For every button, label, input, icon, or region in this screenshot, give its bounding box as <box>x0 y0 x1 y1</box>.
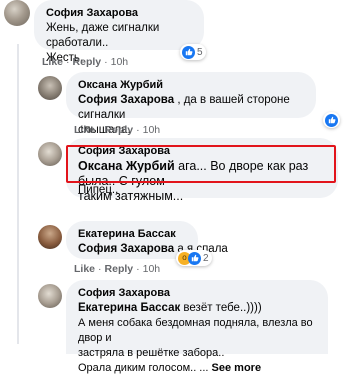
reaction-count: 5 <box>197 46 203 58</box>
comment-time[interactable]: 10h <box>111 56 129 68</box>
comment-time[interactable]: 10h <box>143 263 161 275</box>
comment-bubble: София Захарова Жень, даже сигналки срабо… <box>34 0 204 64</box>
like-icon <box>325 113 338 127</box>
like-link[interactable]: Like <box>42 56 63 68</box>
avatar[interactable] <box>38 76 62 100</box>
comment-actions: Like · Reply · 10h <box>74 124 161 136</box>
comment-text: София Захарова а я спала <box>78 243 228 255</box>
reaction-summary[interactable]: o 2 <box>176 250 212 266</box>
comment-actions: Like · Reply · 10h <box>42 56 129 68</box>
comment-bubble: Оксана Журбий София Захарова , да в ваше… <box>66 72 316 136</box>
reaction-summary[interactable]: 5 <box>180 44 206 60</box>
see-more-link[interactable]: See more <box>212 362 262 374</box>
comment-author[interactable]: Оксана Журбий <box>78 78 304 92</box>
comment-author[interactable]: София Захарова <box>78 286 316 300</box>
comment-author[interactable]: София Захарова <box>46 6 192 20</box>
highlight-box <box>66 145 336 183</box>
like-icon <box>188 251 201 265</box>
reply-link[interactable]: Reply <box>73 56 102 68</box>
avatar[interactable] <box>38 284 62 308</box>
avatar[interactable] <box>4 0 30 26</box>
comment-time[interactable]: 10h <box>143 124 161 136</box>
reply-link[interactable]: Reply <box>105 124 134 136</box>
comment-bubble: София Захарова Екатерина Бассак везёт те… <box>66 280 328 374</box>
mention-link[interactable]: София Захарова <box>78 94 174 106</box>
reply-link[interactable]: Reply <box>105 263 134 275</box>
mention-link[interactable]: Екатерина Бассак <box>78 302 180 314</box>
avatar[interactable] <box>38 142 62 166</box>
comment-text-continued: Пипец.. <box>78 184 119 196</box>
mention-link[interactable]: София Захарова <box>78 243 174 255</box>
thread-line <box>17 44 19 344</box>
comment-author[interactable]: Екатерина Бассак <box>78 227 186 241</box>
reaction-summary[interactable] <box>323 112 340 128</box>
like-link[interactable]: Like <box>74 263 95 275</box>
avatar[interactable] <box>38 225 62 249</box>
reaction-count: 2 <box>203 252 209 264</box>
comment-text: Екатерина Бассак везёт тебе..)))) А меня… <box>78 302 313 374</box>
like-icon <box>182 45 195 59</box>
comment-actions: Like · Reply · 10h <box>74 263 161 275</box>
like-link[interactable]: Like <box>74 124 95 136</box>
